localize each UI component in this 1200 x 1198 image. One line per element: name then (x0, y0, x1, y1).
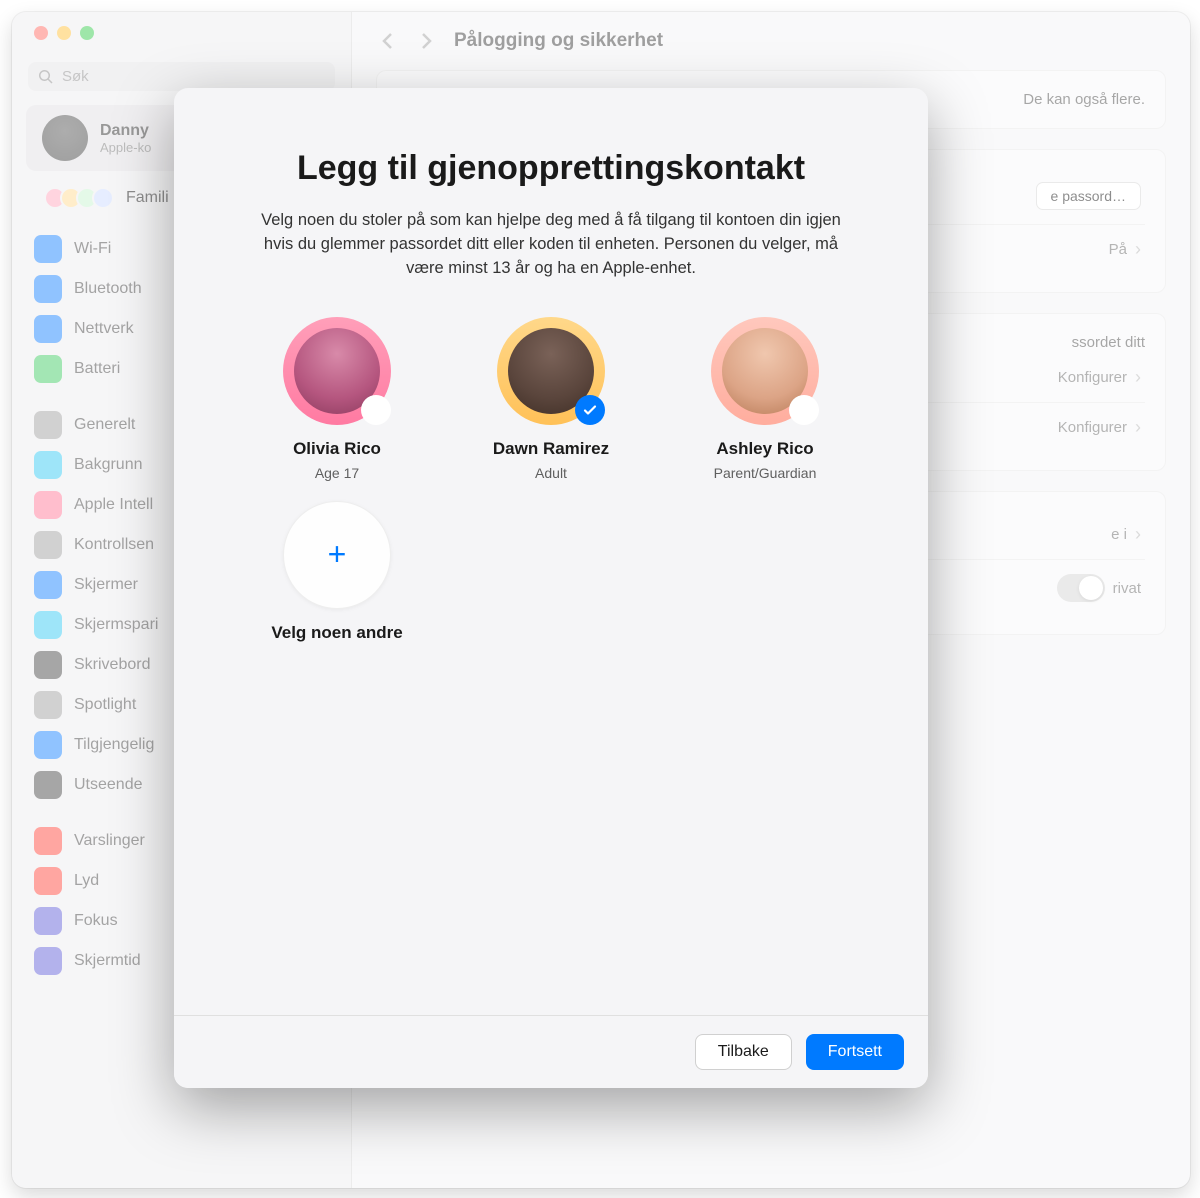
sidebar-icon (34, 235, 62, 263)
sidebar-icon (34, 691, 62, 719)
modal-description: Velg noen du stoler på som kan hjelpe de… (261, 209, 841, 281)
contact-option-olivia[interactable]: Olivia Rico Age 17 (250, 317, 424, 481)
account-name: Danny (100, 122, 151, 140)
sidebar-icon (34, 651, 62, 679)
continue-button[interactable]: Fortsett (806, 1034, 904, 1070)
choose-other-button[interactable]: + Velg noen andre (250, 501, 424, 643)
sidebar-icon (34, 611, 62, 639)
modal-body: Legg til gjenopprettingskontakt Velg noe… (174, 88, 928, 1015)
sidebar-item-label: Fokus (74, 912, 118, 930)
search-icon (38, 69, 54, 85)
sidebar-item-label: Utseende (74, 776, 143, 794)
sidebar-icon (34, 315, 62, 343)
sidebar-item-label: Bluetooth (74, 280, 142, 298)
sidebar-item-label: Batteri (74, 360, 120, 378)
family-avatars-icon (44, 187, 114, 209)
recovery-contact-modal: Legg til gjenopprettingskontakt Velg noe… (174, 88, 928, 1088)
sidebar-icon (34, 571, 62, 599)
sidebar-icon (34, 491, 62, 519)
sidebar-icon (34, 731, 62, 759)
contact-option-ashley[interactable]: Ashley Rico Parent/Guardian (678, 317, 852, 481)
search-placeholder: Søk (62, 68, 89, 85)
sidebar-item-label: Famili (126, 189, 169, 207)
sidebar-item-label: Lyd (74, 872, 99, 890)
sidebar-item-label: Skjermspari (74, 616, 158, 634)
account-sub: Apple-ko (100, 140, 151, 155)
chevron-right-icon: › (1135, 367, 1141, 388)
chevron-right-icon: › (1135, 417, 1141, 438)
sidebar-icon (34, 275, 62, 303)
sidebar-item-label: Kontrollsen (74, 536, 154, 554)
maximize-window-icon[interactable] (80, 26, 94, 40)
change-password-button[interactable]: e passord… (1036, 182, 1141, 210)
sidebar-item-label: Bakgrunn (74, 456, 143, 474)
plus-icon: + (283, 501, 391, 609)
sidebar-item-label: Wi-Fi (74, 240, 111, 258)
sidebar-item-label: Spotlight (74, 696, 136, 714)
sidebar-icon (34, 771, 62, 799)
search-input[interactable]: Søk (28, 62, 335, 91)
sidebar-icon (34, 411, 62, 439)
sidebar-icon (34, 827, 62, 855)
close-window-icon[interactable] (34, 26, 48, 40)
selection-indicator-icon (789, 395, 819, 425)
selection-indicator-icon (361, 395, 391, 425)
sidebar-icon (34, 355, 62, 383)
contact-name: Olivia Rico (293, 439, 381, 459)
contact-name: Dawn Ramirez (493, 439, 609, 459)
sidebar-item-label: Skjermtid (74, 952, 141, 970)
sidebar-item-label: Varslinger (74, 832, 145, 850)
chevron-right-icon: › (1135, 239, 1141, 260)
main-header: Pålogging og sikkerhet (352, 12, 1190, 70)
chevron-right-icon: › (1135, 524, 1141, 545)
sidebar-icon (34, 531, 62, 559)
avatar (42, 115, 88, 161)
sidebar-item-label: Generelt (74, 416, 135, 434)
sidebar-item-label: Nettverk (74, 320, 134, 338)
private-toggle[interactable] (1057, 574, 1105, 602)
contact-name: Ashley Rico (716, 439, 813, 459)
modal-footer: Tilbake Fortsett (174, 1015, 928, 1088)
contact-sub: Adult (535, 465, 567, 481)
contact-option-dawn[interactable]: Dawn Ramirez Adult (464, 317, 638, 481)
sidebar-item-label: Skrivebord (74, 656, 150, 674)
forward-button[interactable] (416, 31, 436, 51)
contacts-grid: Olivia Rico Age 17 Dawn Ramirez Adult (230, 317, 872, 643)
sidebar-icon (34, 451, 62, 479)
window-controls (12, 26, 351, 40)
page-title: Pålogging og sikkerhet (454, 30, 663, 52)
choose-other-label: Velg noen andre (271, 623, 402, 643)
checkmark-icon (575, 395, 605, 425)
contact-sub: Parent/Guardian (714, 465, 817, 481)
sidebar-icon (34, 907, 62, 935)
minimize-window-icon[interactable] (57, 26, 71, 40)
sidebar-item-label: Tilgjengelig (74, 736, 154, 754)
sidebar-item-label: Apple Intell (74, 496, 153, 514)
sidebar-icon (34, 947, 62, 975)
contact-sub: Age 17 (315, 465, 359, 481)
back-button[interactable]: Tilbake (695, 1034, 792, 1070)
modal-title: Legg til gjenopprettingskontakt (297, 148, 805, 189)
sidebar-icon (34, 867, 62, 895)
sidebar-item-label: Skjermer (74, 576, 138, 594)
back-button[interactable] (378, 31, 398, 51)
